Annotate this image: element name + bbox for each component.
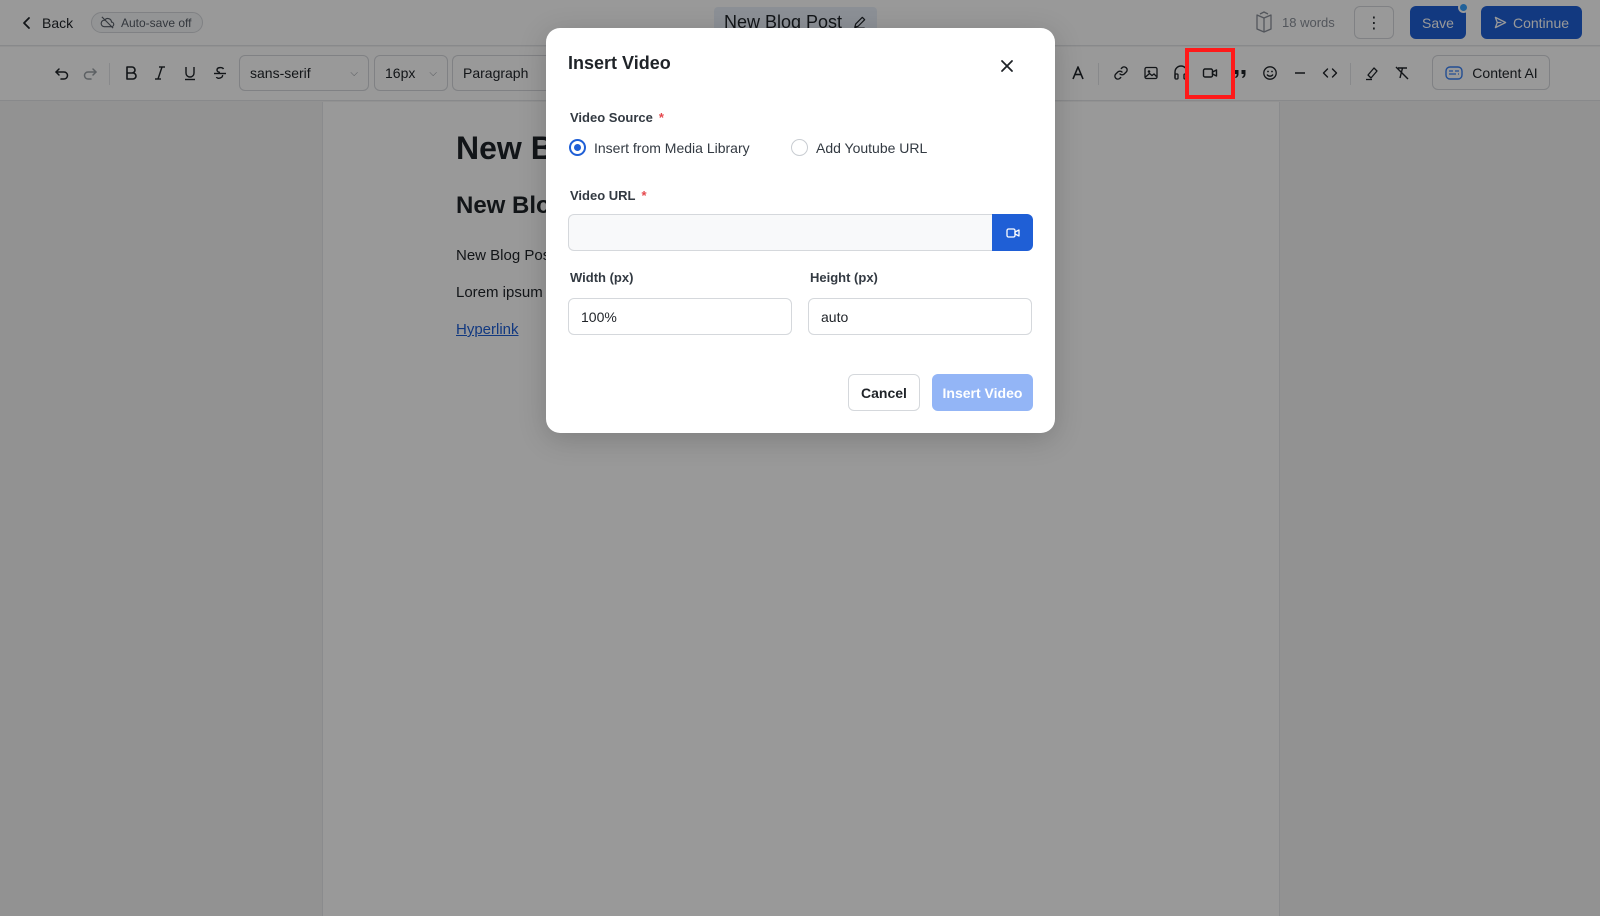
video-source-label: Video Source *	[570, 110, 664, 125]
dialog-title: Insert Video	[568, 53, 671, 73]
radio-youtube-url-label: Add Youtube URL	[816, 139, 928, 156]
close-button[interactable]	[995, 54, 1019, 78]
insert-video-button[interactable]: Insert Video	[932, 374, 1033, 411]
radio-media-library[interactable]: Insert from Media Library	[569, 139, 750, 156]
video-source-label-text: Video Source	[570, 110, 653, 125]
browse-media-button[interactable]	[992, 214, 1033, 251]
cancel-label: Cancel	[861, 384, 907, 401]
height-input[interactable]	[808, 298, 1032, 335]
radio-media-library-label: Insert from Media Library	[594, 139, 750, 156]
video-url-label-text: Video URL	[570, 188, 636, 203]
radio-button-checked[interactable]	[569, 139, 586, 156]
cancel-button[interactable]: Cancel	[848, 374, 920, 411]
insert-video-label: Insert Video	[942, 384, 1023, 401]
required-marker: *	[641, 188, 647, 203]
video-button-highlight	[1185, 48, 1235, 99]
radio-button[interactable]	[791, 139, 808, 156]
insert-video-dialog: Insert Video Video Source * Insert from M…	[546, 28, 1055, 433]
video-url-label: Video URL *	[570, 188, 647, 203]
video-url-input[interactable]	[568, 214, 993, 251]
width-label: Width (px)	[570, 270, 634, 285]
required-marker: *	[658, 110, 664, 125]
width-input[interactable]	[568, 298, 792, 335]
height-label: Height (px)	[810, 270, 878, 285]
video-icon	[1005, 227, 1020, 238]
close-icon	[1001, 60, 1013, 72]
radio-youtube-url[interactable]: Add Youtube URL	[791, 139, 927, 156]
